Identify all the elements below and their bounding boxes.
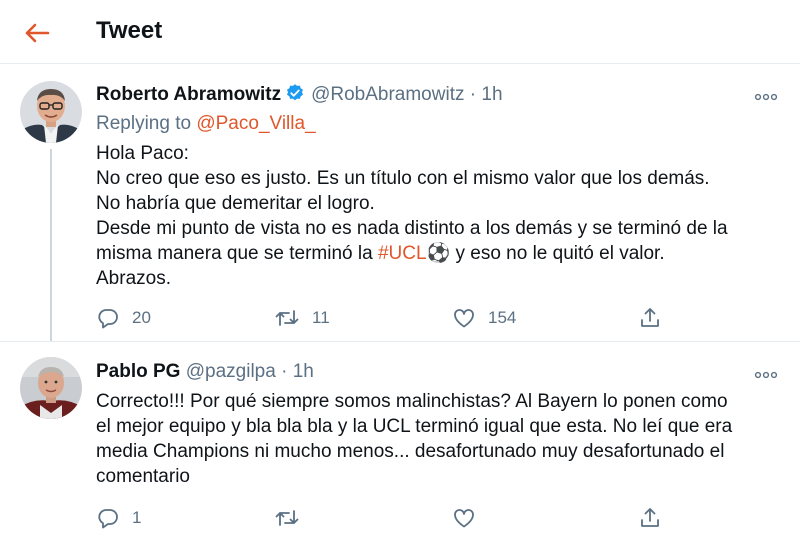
text-line: Correcto!!! Por qué siempre somos malinc… [96,391,728,412]
tweet-header: Pablo PG @pazgilpa · 1h [96,361,314,383]
thread-line [50,149,52,341]
hashtag-link[interactable]: #UCL [378,243,427,264]
like-button[interactable]: 154 [452,303,516,333]
tweet-time[interactable]: 1h [293,361,314,382]
back-arrow-icon [25,23,50,43]
retweet-icon [275,310,299,326]
tweet-actions: 20 11 154 [96,303,696,333]
reply-button[interactable]: 20 [96,303,151,333]
top-bar: Tweet [0,0,800,64]
reply-count: 1 [132,508,142,527]
author-handle[interactable]: @RobAbramowitz [311,84,464,105]
like-count: 154 [488,308,517,327]
avatar[interactable] [20,81,82,143]
more-options-button[interactable] [754,367,778,379]
share-button[interactable] [638,303,662,333]
replying-to: Replying to @Paco_Villa_ [96,113,316,135]
reply-button[interactable]: 1 [96,503,141,533]
text-line: comentario [96,466,190,487]
tweet[interactable]: Roberto Abramowitz @RobAbramowitz · 1h Re… [0,65,800,342]
heart-icon [454,509,474,528]
text-line: misma manera que se terminó la #UCL⚽ y e… [96,241,786,266]
tweet[interactable]: Pablo PG @pazgilpa · 1h Correcto!!! Por … [0,343,800,543]
soccer-ball-emoji: ⚽ [426,242,451,264]
text-line: No habría que demeritar el logro. [96,193,375,214]
retweet-icon [275,510,299,526]
tweet-time[interactable]: 1h [481,84,502,105]
tweet-text: Correcto!!! Por qué siempre somos malinc… [96,389,786,489]
share-button[interactable] [638,503,662,533]
author-handle[interactable]: @pazgilpa [186,361,276,382]
replying-to-label: Replying to [96,113,192,134]
retweet-count: 11 [312,308,330,327]
separator-dot: · [469,84,477,105]
heart-icon [454,309,474,328]
retweet-button[interactable] [274,503,312,533]
text-line: No creo que eso es justo. Es un título c… [96,168,710,189]
avatar[interactable] [20,357,82,419]
page-title: Tweet [96,17,163,44]
tweet-header: Roberto Abramowitz @RobAbramowitz · 1h [96,83,503,109]
mention-link[interactable]: @Paco_Villa_ [196,113,315,134]
text-line: Abrazos. [96,268,171,289]
retweet-button[interactable]: 11 [274,303,330,333]
separator-dot: · [281,361,288,382]
share-icon [641,308,659,327]
tweet-text: Hola Paco: No creo que eso es justo. Es … [96,141,786,291]
like-button[interactable] [452,503,488,533]
text-line: Desde mi punto de vista no es nada disti… [96,218,728,239]
reply-count: 20 [132,308,151,327]
more-options-button[interactable] [754,89,778,101]
text-line: Hola Paco: [96,143,189,164]
text-line: el mejor equipo y bla bla bla y la UCL t… [96,416,733,437]
author-name[interactable]: Roberto Abramowitz [96,84,281,105]
more-dots-icon [754,371,778,379]
more-dots-icon [754,93,778,101]
text-segment: misma manera que se terminó la [96,243,378,264]
reply-icon [98,509,118,529]
share-icon [641,508,659,527]
back-button[interactable] [22,18,52,48]
text-segment: y eso no le quitó el valor. [450,243,665,264]
text-line: media Champions ni mucho menos... desafo… [96,441,725,462]
tweet-actions: 1 [96,503,696,533]
author-name[interactable]: Pablo PG [96,361,180,382]
reply-icon [98,309,118,329]
verified-badge-icon [285,83,305,109]
